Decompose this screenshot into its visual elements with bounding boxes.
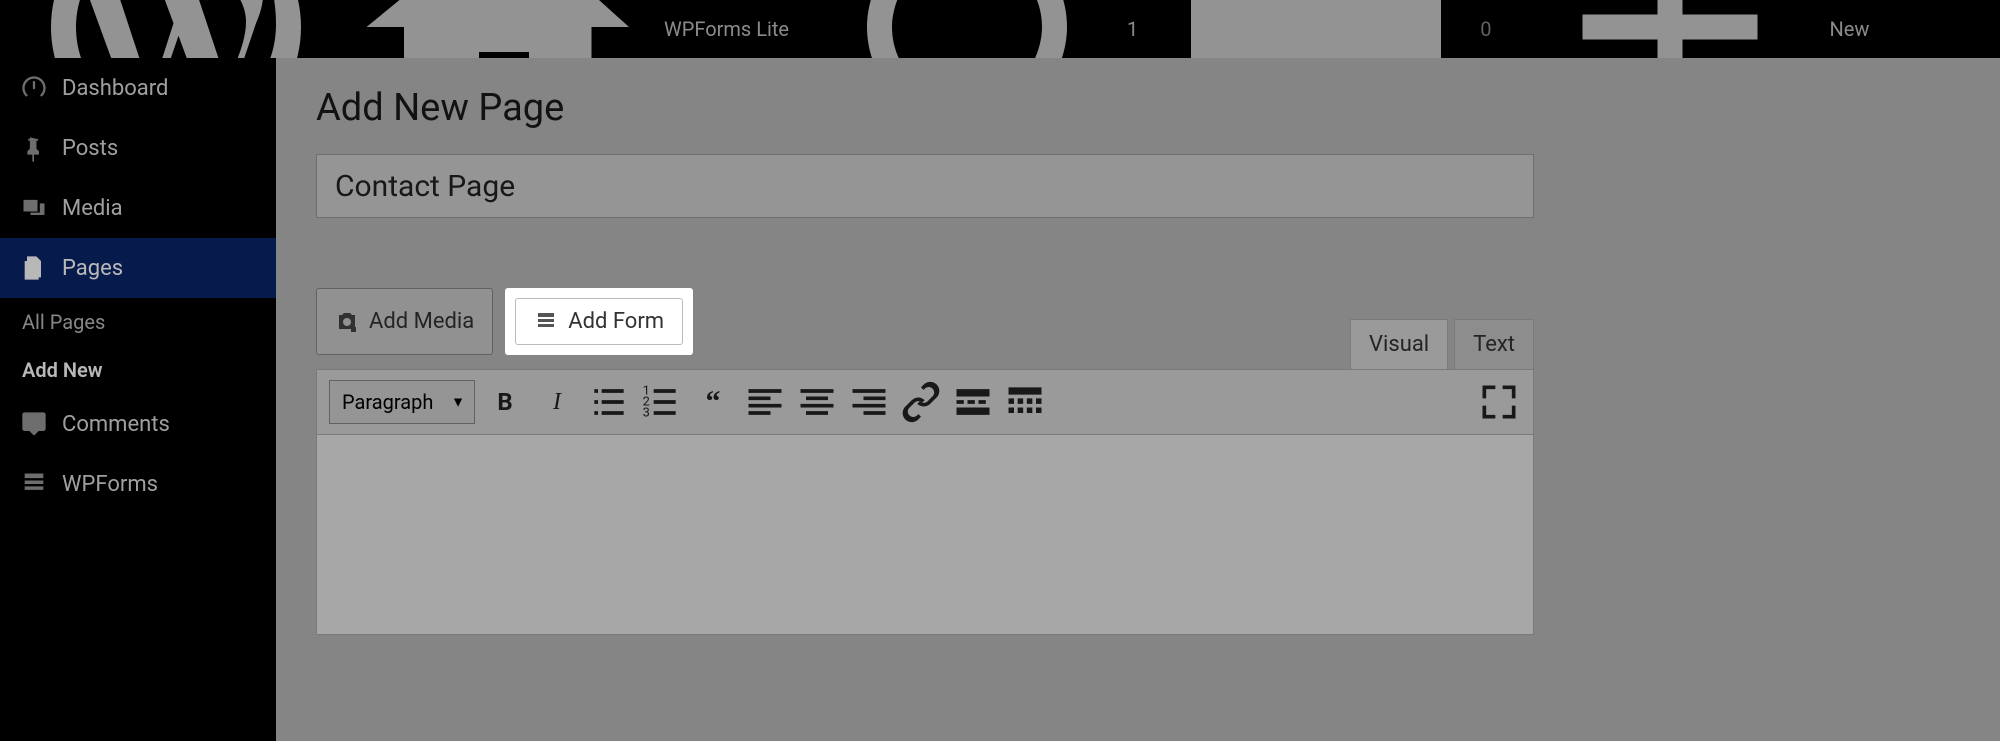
- site-title: WPForms Lite: [664, 17, 789, 41]
- camera-icon: [335, 310, 359, 334]
- admin-sidebar: Dashboard Posts Media Pages All Pages Ad…: [0, 58, 276, 741]
- submenu-add-new[interactable]: Add New: [0, 346, 276, 394]
- align-center-button[interactable]: [795, 380, 839, 424]
- wp-logo[interactable]: [12, 0, 340, 58]
- sidebar-item-media[interactable]: Media: [0, 178, 276, 238]
- page-title-input[interactable]: [316, 154, 1534, 218]
- bullet-list-button[interactable]: [587, 380, 631, 424]
- form-icon: [20, 470, 48, 498]
- site-home-link[interactable]: WPForms Lite: [340, 0, 803, 58]
- new-label: New: [1830, 17, 1870, 41]
- toolbar-toggle-button[interactable]: [1003, 380, 1047, 424]
- editor: Add Media Add Form Visual Text Paragraph: [316, 288, 1534, 635]
- quote-button[interactable]: “: [691, 380, 735, 424]
- sidebar-item-comments[interactable]: Comments: [0, 394, 276, 454]
- numbered-list-button[interactable]: 123: [639, 380, 683, 424]
- link-button[interactable]: [899, 380, 943, 424]
- bold-button[interactable]: B: [483, 380, 527, 424]
- align-right-button[interactable]: [847, 380, 891, 424]
- sidebar-label: WPForms: [62, 472, 158, 497]
- editor-content-area[interactable]: [316, 435, 1534, 635]
- dashboard-icon: [20, 74, 48, 102]
- sidebar-item-dashboard[interactable]: Dashboard: [0, 58, 276, 118]
- tab-visual[interactable]: Visual: [1350, 319, 1448, 369]
- sidebar-label: Pages: [62, 256, 123, 281]
- new-content-link[interactable]: New: [1506, 0, 1884, 58]
- align-left-button[interactable]: [743, 380, 787, 424]
- add-media-label: Add Media: [369, 309, 474, 334]
- svg-text:3: 3: [643, 406, 650, 421]
- sidebar-item-pages[interactable]: Pages: [0, 238, 276, 298]
- sidebar-label: Dashboard: [62, 76, 168, 101]
- sidebar-label: Posts: [62, 136, 118, 161]
- add-form-label: Add Form: [568, 309, 664, 334]
- submenu-all-pages[interactable]: All Pages: [0, 298, 276, 346]
- format-select[interactable]: Paragraph: [329, 380, 475, 424]
- editor-toolbar: Paragraph B I 123 “: [316, 369, 1534, 435]
- updates-link[interactable]: 1: [803, 0, 1152, 58]
- updates-count: 1: [1127, 17, 1138, 41]
- main-content: Add New Page Add Media Add Form Visual T…: [276, 58, 2000, 741]
- admin-bar: WPForms Lite 1 0 New: [0, 0, 2000, 58]
- add-form-highlight: Add Form: [505, 288, 693, 355]
- comments-count: 0: [1480, 17, 1491, 41]
- add-media-button[interactable]: Add Media: [316, 288, 493, 355]
- italic-button[interactable]: I: [535, 380, 579, 424]
- pin-icon: [20, 134, 48, 162]
- read-more-button[interactable]: [951, 380, 995, 424]
- sidebar-item-wpforms[interactable]: WPForms: [0, 454, 276, 514]
- add-form-button[interactable]: Add Form: [515, 298, 683, 345]
- media-icon: [20, 194, 48, 222]
- sidebar-item-posts[interactable]: Posts: [0, 118, 276, 178]
- editor-tabs: Visual Text: [1350, 319, 1534, 369]
- page-heading: Add New Page: [316, 86, 1960, 130]
- comment-icon: [20, 410, 48, 438]
- sidebar-label: Media: [62, 196, 123, 221]
- comments-link[interactable]: 0: [1152, 0, 1505, 58]
- pages-icon: [20, 254, 48, 282]
- fullscreen-button[interactable]: [1477, 380, 1521, 424]
- tab-text[interactable]: Text: [1454, 319, 1534, 369]
- sidebar-label: Comments: [62, 412, 170, 437]
- form-icon: [534, 310, 558, 334]
